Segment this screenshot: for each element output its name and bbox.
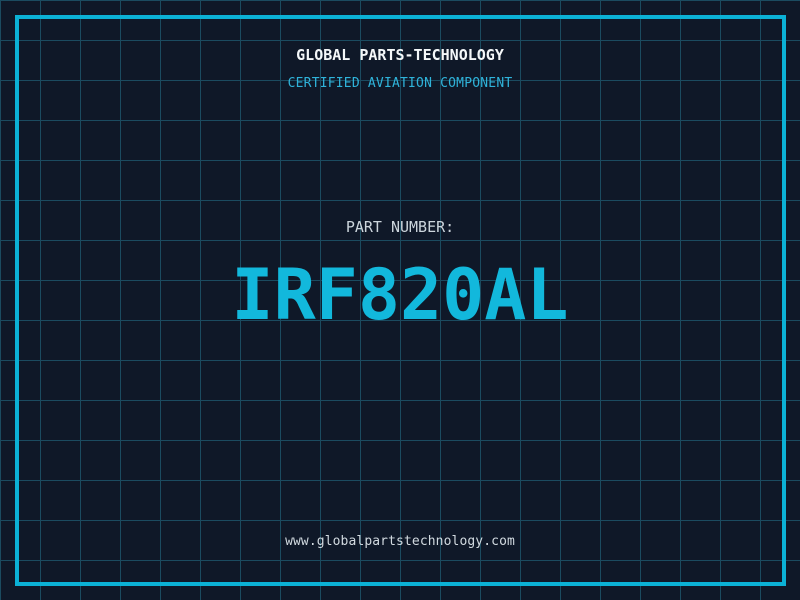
part-certificate-card: GLOBAL PARTS-TECHNOLOGY CERTIFIED AVIATI…: [0, 0, 800, 600]
brand-title: GLOBAL PARTS-TECHNOLOGY: [0, 48, 800, 63]
website-url: www.globalpartstechnology.com: [0, 535, 800, 548]
part-number-label: PART NUMBER:: [0, 220, 800, 235]
certification-subtitle: CERTIFIED AVIATION COMPONENT: [0, 77, 800, 90]
part-number-value: IRF820AL: [0, 260, 800, 330]
